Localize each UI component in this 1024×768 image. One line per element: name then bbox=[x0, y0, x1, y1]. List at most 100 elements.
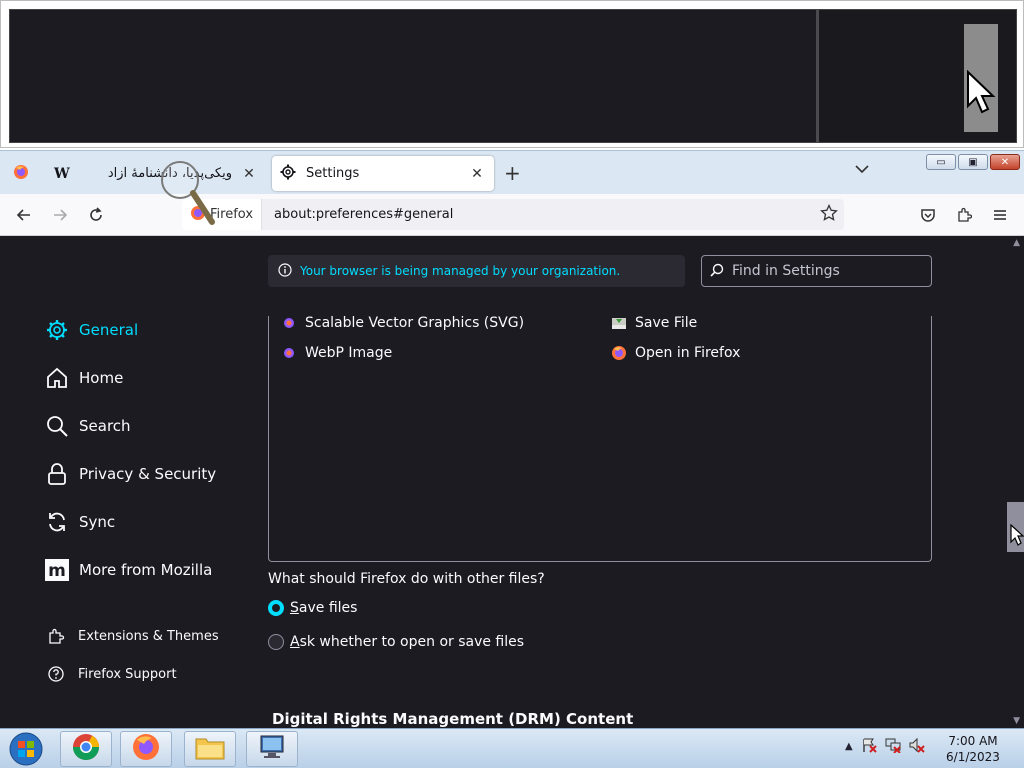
firefox-icon bbox=[611, 345, 627, 361]
sidebar-item-home[interactable]: Home bbox=[45, 366, 123, 390]
search-icon bbox=[45, 414, 69, 438]
folder-icon bbox=[195, 734, 225, 764]
scroll-up-arrow-icon[interactable]: ▲ bbox=[1013, 238, 1020, 248]
other-files-question: What should Firefox do with other files? bbox=[268, 571, 545, 587]
monitor-icon bbox=[257, 733, 287, 765]
table-row[interactable]: WebP Image Open in Firefox bbox=[281, 342, 919, 364]
firefox-view-button[interactable] bbox=[0, 156, 42, 191]
sidebar-item-label: Home bbox=[79, 369, 124, 387]
navigation-toolbar: Firefox about:preferences#general bbox=[0, 194, 1024, 236]
file-type-label: WebP Image bbox=[305, 345, 393, 361]
maximize-button[interactable]: ▣ bbox=[958, 154, 988, 170]
tray-expand-icon[interactable]: ▲ bbox=[845, 741, 853, 752]
clock-date: 6/1/2023 bbox=[946, 750, 1000, 764]
radio-label: Save files bbox=[290, 600, 358, 616]
lock-icon bbox=[45, 462, 69, 486]
star-icon[interactable] bbox=[820, 203, 838, 226]
sidebar-item-label: More from Mozilla bbox=[79, 561, 213, 579]
back-arrow-icon[interactable] bbox=[12, 203, 36, 227]
managed-message: Your browser is being managed by your or… bbox=[300, 264, 621, 278]
firefox-icon bbox=[281, 345, 297, 361]
taskbar-firefox-button[interactable] bbox=[120, 731, 172, 767]
file-action-label[interactable]: Open in Firefox bbox=[635, 345, 740, 361]
gear-icon bbox=[280, 164, 296, 184]
tab-settings[interactable]: Settings ✕ bbox=[272, 156, 494, 191]
search-icon bbox=[710, 262, 724, 281]
windows-taskbar: ▲ 7:00 AM 6/1/2023 bbox=[0, 728, 1024, 768]
close-icon[interactable]: ✕ bbox=[240, 166, 258, 182]
start-button[interactable] bbox=[4, 731, 48, 767]
sidebar-item-sync[interactable]: Sync bbox=[45, 510, 115, 534]
mouse-cursor-icon bbox=[1010, 523, 1024, 550]
tab-title: Settings bbox=[306, 166, 360, 181]
taskbar-network-app-button[interactable] bbox=[246, 731, 298, 767]
svg-text:m: m bbox=[48, 561, 66, 581]
sidebar-item-more-from-mozilla[interactable]: m More from Mozilla bbox=[45, 558, 212, 582]
forward-arrow-icon[interactable] bbox=[48, 203, 72, 227]
url-text[interactable]: about:preferences#general bbox=[274, 207, 453, 222]
volume-muted-icon[interactable] bbox=[909, 737, 925, 756]
wikipedia-icon: W bbox=[54, 165, 70, 182]
sidebar-item-general[interactable]: General bbox=[45, 318, 138, 342]
extensions-puzzle-icon[interactable] bbox=[952, 203, 976, 227]
close-window-button[interactable]: ✕ bbox=[990, 154, 1020, 170]
identity-label: Firefox bbox=[210, 207, 254, 222]
pocket-icon[interactable] bbox=[916, 203, 940, 227]
radio-button[interactable] bbox=[268, 634, 284, 650]
system-tray: ▲ bbox=[845, 737, 925, 756]
file-types-table[interactable]: Scalable Vector Graphics (SVG) Save File… bbox=[268, 315, 932, 562]
sidebar-item-label: Search bbox=[79, 417, 131, 435]
find-in-settings[interactable] bbox=[701, 255, 932, 287]
info-icon bbox=[278, 262, 292, 280]
new-tab-button[interactable]: + bbox=[504, 163, 521, 183]
tab-wikipedia[interactable]: W ویکی‌پدیا، دانشنامهٔ آزاد ✕ bbox=[44, 156, 266, 191]
file-action-label[interactable]: Save File bbox=[635, 315, 697, 331]
tab-strip: W ویکی‌پدیا، دانشنامهٔ آزاد ✕ Settings ✕… bbox=[0, 150, 1024, 194]
save-icon bbox=[611, 315, 627, 331]
sidebar-item-label: General bbox=[79, 321, 139, 339]
settings-content: Your browser is being managed by your or… bbox=[0, 236, 1024, 728]
firefox-icon bbox=[281, 315, 297, 331]
sidebar-link-firefox-support[interactable]: Firefox Support bbox=[46, 664, 177, 684]
radio-label: Ask whether to open or save files bbox=[290, 634, 525, 650]
zoom-magnifier-panel bbox=[0, 0, 1024, 148]
drm-section-heading: Digital Rights Management (DRM) Content bbox=[272, 710, 634, 728]
url-bar[interactable]: Firefox about:preferences#general bbox=[182, 199, 844, 230]
firefox-icon bbox=[13, 164, 29, 184]
action-center-flag-icon[interactable] bbox=[861, 737, 877, 756]
puzzle-icon bbox=[46, 626, 66, 646]
close-icon[interactable]: ✕ bbox=[468, 166, 486, 182]
sidebar-item-label: Sync bbox=[79, 513, 116, 531]
firefox-icon bbox=[132, 733, 160, 765]
sidebar-link-extensions-themes[interactable]: Extensions & Themes bbox=[46, 626, 219, 646]
radio-save-files[interactable]: Save files bbox=[268, 600, 357, 616]
table-row[interactable]: Scalable Vector Graphics (SVG) Save File bbox=[281, 312, 919, 334]
reload-icon[interactable] bbox=[84, 203, 108, 227]
taskbar-explorer-button[interactable] bbox=[184, 731, 236, 767]
help-icon bbox=[46, 664, 66, 684]
clock-time: 7:00 AM bbox=[948, 734, 998, 748]
chrome-icon bbox=[72, 733, 100, 765]
gear-icon bbox=[45, 318, 69, 342]
scroll-down-arrow-icon[interactable]: ▼ bbox=[1013, 716, 1020, 726]
sidebar-item-privacy[interactable]: Privacy & Security bbox=[45, 462, 216, 486]
file-type-label: Scalable Vector Graphics (SVG) bbox=[305, 315, 525, 331]
radio-button[interactable] bbox=[268, 600, 284, 616]
chevron-down-icon[interactable] bbox=[855, 163, 869, 178]
managed-policy-banner[interactable]: Your browser is being managed by your or… bbox=[268, 255, 685, 287]
sidebar-link-label: Firefox Support bbox=[78, 666, 177, 682]
sidebar-link-label: Extensions & Themes bbox=[78, 628, 219, 644]
sidebar-item-search[interactable]: Search bbox=[45, 414, 131, 438]
hamburger-menu-icon[interactable] bbox=[988, 203, 1012, 227]
zoom-view bbox=[9, 9, 1017, 143]
taskbar-chrome-button[interactable] bbox=[60, 731, 112, 767]
network-icon[interactable] bbox=[885, 737, 901, 756]
radio-ask-open-or-save[interactable]: Ask whether to open or save files bbox=[268, 634, 524, 650]
mozilla-icon: m bbox=[45, 558, 69, 582]
taskbar-clock[interactable]: 7:00 AM 6/1/2023 bbox=[940, 733, 1006, 765]
minimize-button[interactable]: ▭ bbox=[926, 154, 956, 170]
magnifier-cursor-icon bbox=[160, 160, 216, 230]
sync-icon bbox=[45, 510, 69, 534]
search-input[interactable] bbox=[730, 262, 920, 280]
home-icon bbox=[45, 366, 69, 390]
